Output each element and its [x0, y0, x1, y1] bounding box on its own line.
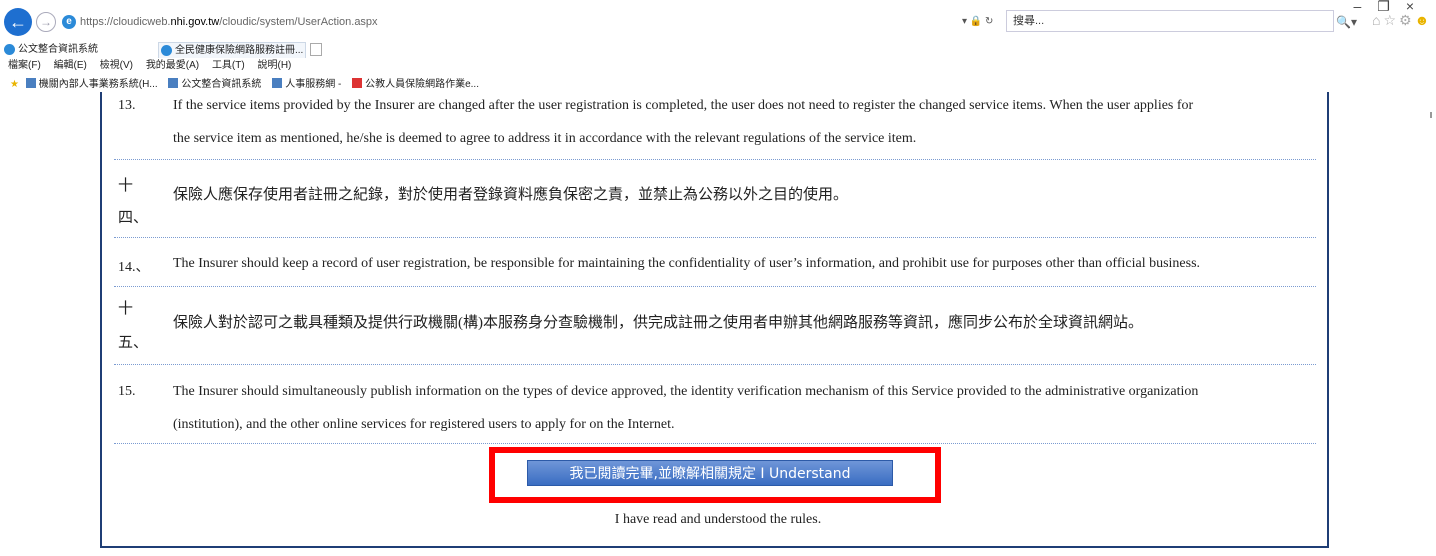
address-bar[interactable]: https://cloudicweb.nhi.gov.tw/cloudic/sy…	[80, 13, 1000, 31]
favorite-label: 公文整合資訊系統	[181, 79, 262, 90]
term-row-14-zh: 十 四、 保險人應保存使用者註冊之紀錄，對於使用者登錄資料應負保密之責，並禁止為…	[114, 160, 1316, 238]
close-icon[interactable]: ×	[1406, 0, 1430, 14]
term-number-zh: 十	[118, 178, 134, 194]
page-icon	[25, 78, 36, 88]
favorites-star-icon[interactable]: ★	[10, 79, 19, 90]
term-line: The Insurer should simultaneously publis…	[173, 384, 1199, 399]
term-row-14: 14.、 The Insurer should keep a record of…	[114, 238, 1316, 287]
term-number: 14.、	[118, 260, 150, 275]
page-icon	[168, 78, 179, 88]
tab-official-docs[interactable]: 公文整合資訊系統	[2, 42, 98, 58]
menu-view[interactable]: 檢視(V)	[100, 60, 133, 71]
minimize-icon[interactable]: –	[1353, 0, 1377, 14]
term-line: the service item as mentioned, he/she is…	[173, 131, 917, 146]
i-understand-button[interactable]: 我已閱讀完畢,並瞭解相關規定 I Understand	[527, 460, 893, 486]
favorite-label: 機關內部人事業務系統(H...	[38, 79, 158, 90]
term-row-15: 15. The Insurer should simultaneously pu…	[114, 365, 1316, 444]
term-number-zh-suffix: 五、	[118, 335, 149, 351]
address-prefix: https://cloudicweb.	[80, 16, 171, 28]
address-row: ← → e https://cloudicweb.nhi.gov.tw/clou…	[0, 0, 1436, 40]
term-line: If the service items provided by the Ins…	[173, 98, 1194, 113]
menu-file[interactable]: 檔案(F)	[8, 60, 41, 71]
term-number-zh: 十	[118, 301, 134, 317]
tab-label: 全民健康保險網路服務註冊...	[175, 45, 304, 56]
term-text-zh: 保險人對於認可之載具種類及提供行政機關(構)本服務身分查驗機制，供完成註冊之使用…	[173, 315, 1143, 331]
tab-icon	[161, 45, 172, 56]
tab-nhi-registration[interactable]: 全民健康保險網路服務註冊...×	[158, 42, 315, 58]
menu-help[interactable]: 說明(H)	[258, 60, 292, 71]
search-icon[interactable]: 🔍▾	[1336, 13, 1357, 31]
term-text: If the service items provided by the Ins…	[173, 91, 1313, 154]
address-path: /cloudic/system/UserAction.aspx	[219, 16, 378, 28]
term-number: 13.	[118, 98, 136, 113]
browser-chrome: ← → e https://cloudicweb.nhi.gov.tw/clou…	[0, 0, 1436, 92]
favorite-label: 公教人員保險網路作業e...	[365, 79, 479, 90]
site-icon: e	[62, 15, 76, 29]
menu-tools[interactable]: 工具(T)	[212, 60, 245, 71]
favorite-link-personnel[interactable]: 機關內部人事業務系統(H...	[25, 78, 158, 90]
favorites-bar: ★ 機關內部人事業務系統(H... 公文整合資訊系統 人事服務網 - 公教人員保…	[0, 77, 487, 92]
tab-label: 公文整合資訊系統	[18, 44, 98, 55]
tab-row: 公文整合資訊系統 全民健康保險網路服務註冊...×	[0, 40, 1436, 58]
term-text-zh: 保險人應保存使用者註冊之紀錄，對於使用者登錄資料應負保密之責，並禁止為公務以外之…	[173, 187, 849, 203]
address-tools[interactable]: ▾ 🔒 ↻	[962, 13, 993, 31]
favorite-label: 人事服務網 -	[285, 79, 342, 90]
page-icon	[352, 78, 363, 88]
term-number-zh-suffix: 四、	[118, 210, 149, 226]
term-row-15-zh: 十 五、 保險人對於認可之載具種類及提供行政機關(構)本服務身分查驗機制，供完成…	[114, 287, 1316, 365]
favorite-link-insurance[interactable]: 公教人員保險網路作業e...	[352, 78, 479, 90]
tab-icon	[4, 44, 15, 55]
menu-bar: 檔案(F) 編輯(E) 檢視(V) 我的最愛(A) 工具(T) 說明(H)	[0, 59, 301, 73]
page-icon	[272, 78, 283, 88]
window-controls[interactable]: –❐×	[1353, 0, 1430, 15]
search-input[interactable]: 搜尋...	[1006, 10, 1334, 32]
address-host: nhi.gov.tw	[170, 16, 220, 28]
restore-icon[interactable]: ❐	[1377, 0, 1406, 14]
forward-button[interactable]: →	[36, 12, 56, 32]
new-tab-button[interactable]	[310, 43, 322, 56]
menu-favorites[interactable]: 我的最愛(A)	[146, 60, 199, 71]
term-text: The Insurer should simultaneously publis…	[173, 377, 1313, 440]
term-line: (institution), and the other online serv…	[173, 417, 675, 432]
understood-text: I have read and understood the rules.	[614, 512, 822, 527]
scrollbar[interactable]	[1430, 112, 1432, 118]
term-text: The Insurer should keep a record of user…	[173, 256, 1201, 271]
menu-edit[interactable]: 編輯(E)	[54, 60, 87, 71]
term-number: 15.	[118, 384, 136, 399]
back-button[interactable]: ←	[4, 8, 32, 36]
term-row-13: 13. If the service items provided by the…	[114, 92, 1316, 160]
favorite-link-official-docs[interactable]: 公文整合資訊系統	[168, 78, 262, 90]
favorite-link-hr-service[interactable]: 人事服務網 -	[272, 78, 342, 90]
